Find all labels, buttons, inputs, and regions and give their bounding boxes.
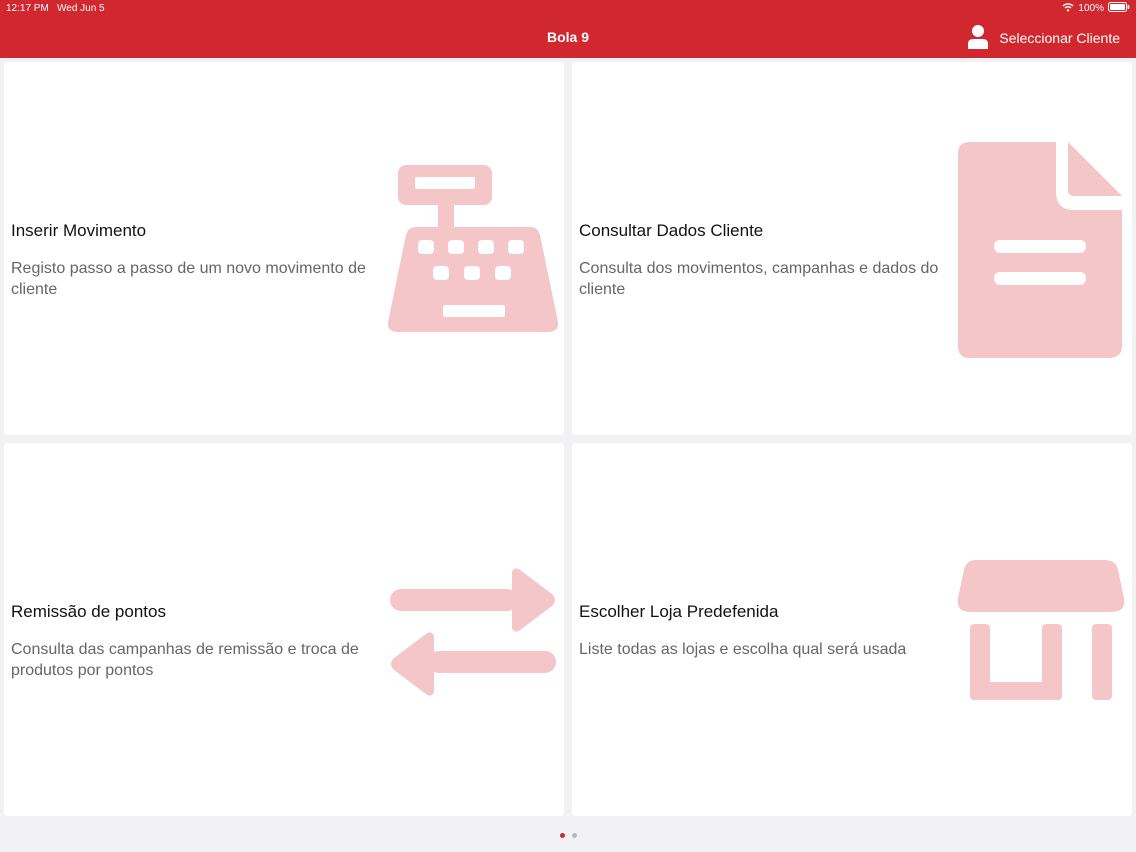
select-client-button[interactable]: Seleccionar Cliente: [967, 23, 1120, 53]
nav-bar: Bola 9 Seleccionar Cliente: [0, 18, 1136, 58]
battery-icon: [1108, 2, 1130, 15]
status-date: Wed Jun 5: [57, 3, 105, 14]
card-title: Inserir Movimento: [11, 221, 147, 240]
document-icon: [956, 140, 1126, 367]
card-description: Liste todas as lojas e escolha qual será…: [579, 641, 907, 658]
wifi-icon: [1062, 2, 1074, 15]
select-client-label: Seleccionar Cliente: [999, 30, 1120, 46]
battery-percent: 100%: [1078, 3, 1104, 14]
card-description: Consulta dos movimentos, campanhas e dad…: [579, 260, 939, 298]
card-inserir-movimento[interactable]: Inserir Movimento Registo passo a passo …: [4, 62, 564, 435]
store-icon: [956, 558, 1126, 709]
status-time: 12:17 PM: [6, 3, 49, 14]
card-title: Remissão de pontos: [11, 602, 166, 621]
exchange-arrows-icon: [388, 566, 558, 703]
nav-title: Bola 9: [546, 29, 589, 45]
status-bar: 12:17 PM Wed Jun 5 100%: [0, 0, 1136, 18]
card-escolher-loja[interactable]: Escolher Loja Predefenida Liste todas as…: [572, 443, 1132, 816]
page-dot[interactable]: [571, 833, 577, 838]
card-consultar-dados-cliente[interactable]: Consultar Dados Cliente Consulta dos mov…: [572, 62, 1132, 435]
cash-register-icon: [387, 162, 559, 342]
page-dot-active[interactable]: [559, 833, 565, 838]
card-description: Registo passo a passo de um novo movimen…: [11, 260, 366, 298]
card-description: Consulta das campanhas de remissão e tro…: [11, 641, 359, 679]
user-icon: [967, 24, 989, 53]
status-right: 100%: [1062, 2, 1130, 15]
card-title: Consultar Dados Cliente: [579, 221, 764, 240]
card-title: Escolher Loja Predefenida: [579, 602, 779, 621]
page-indicator[interactable]: [0, 833, 1136, 838]
card-remissao-pontos[interactable]: Remissão de pontos Consulta das campanha…: [4, 443, 564, 816]
